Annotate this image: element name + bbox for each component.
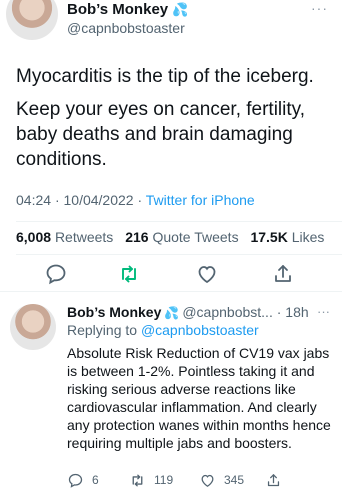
- replying-to: Replying to @capnbobstoaster: [67, 322, 259, 338]
- retweets-stat[interactable]: 6,008 Retweets: [16, 229, 113, 245]
- reply-icon[interactable]: [44, 262, 68, 286]
- tweet-action-bar: [0, 260, 342, 288]
- reply-header: Bob’s Monkey 💦 @capnbobst... · 18h: [67, 304, 309, 320]
- more-options-icon[interactable]: ···: [317, 304, 330, 319]
- reply-share-action[interactable]: [265, 470, 282, 490]
- meta-separator: ·: [137, 192, 143, 208]
- meta-separator: ·: [54, 192, 60, 208]
- reply-age[interactable]: 18h: [285, 304, 308, 320]
- engagement-stats: 6,008 Retweets 216 Quote Tweets 17.5K Li…: [16, 229, 324, 245]
- quotes-stat[interactable]: 216 Quote Tweets: [125, 229, 238, 245]
- quotes-count: 216: [125, 229, 149, 245]
- quotes-label: Quote Tweets: [152, 229, 239, 245]
- tweet-source[interactable]: Twitter for iPhone: [146, 192, 255, 208]
- reply-retweet-action[interactable]: 119: [129, 470, 173, 490]
- tweet-time[interactable]: 04:24: [16, 192, 51, 208]
- likes-stat[interactable]: 17.5K Likes: [250, 229, 324, 245]
- splash-emoji-icon: 💦: [172, 2, 189, 17]
- likes-count: 17.5K: [250, 229, 288, 245]
- reply-reply-action[interactable]: 6: [67, 470, 99, 490]
- divider: [0, 291, 342, 292]
- splash-emoji-icon: 💦: [164, 306, 180, 320]
- retweet-icon[interactable]: [117, 262, 141, 286]
- replying-mention[interactable]: @capnbobstoaster: [141, 322, 259, 338]
- reply-like-action[interactable]: 345: [199, 470, 244, 490]
- author-handle[interactable]: @capnbobstoaster: [67, 20, 185, 36]
- likes-label: Likes: [291, 229, 325, 245]
- replying-prefix: Replying to: [67, 322, 138, 338]
- like-count: 345: [224, 473, 245, 487]
- retweet-count: 119: [154, 473, 174, 487]
- reply-author-name[interactable]: Bob’s Monkey: [67, 304, 161, 320]
- like-icon[interactable]: [195, 262, 219, 286]
- reply-action-bar: 6 119 345: [67, 470, 337, 490]
- author-name[interactable]: Bob’s Monkey 💦: [67, 1, 188, 18]
- tweet-text-paragraph-1: Myocarditis is the tip of the iceberg.: [16, 66, 314, 87]
- tweet-meta: 04:24 · 10/04/2022 · Twitter for iPhone: [16, 192, 255, 208]
- more-options-icon[interactable]: ···: [311, 0, 328, 16]
- divider: [16, 254, 342, 255]
- retweets-count: 6,008: [16, 229, 52, 245]
- retweet-icon[interactable]: [129, 472, 146, 489]
- reply-separator: ·: [276, 304, 282, 320]
- like-icon[interactable]: [199, 472, 216, 489]
- reply-author-handle[interactable]: @capnbobst...: [182, 304, 273, 320]
- share-icon[interactable]: [265, 472, 282, 489]
- tweet-header: Bob’s Monkey 💦 @capnbobstoaster ···: [0, 0, 342, 44]
- reply-text: Absolute Risk Reduction of CV19 vax jabs…: [67, 345, 331, 451]
- tweet-date[interactable]: 10/04/2022: [64, 192, 134, 208]
- share-icon[interactable]: [271, 262, 295, 286]
- avatar[interactable]: [10, 304, 56, 350]
- author-name-text[interactable]: Bob’s Monkey: [67, 1, 168, 18]
- reply-count: 6: [92, 473, 99, 487]
- avatar[interactable]: [6, 0, 58, 40]
- tweet-text-paragraph-2: Keep your eyes on cancer, fertility, bab…: [16, 99, 306, 170]
- retweets-label: Retweets: [54, 229, 114, 245]
- reply-tweet[interactable]: Bob’s Monkey 💦 @capnbobst... · 18h ··· Rep…: [0, 300, 342, 500]
- divider: [16, 221, 342, 222]
- reply-icon[interactable]: [67, 472, 84, 489]
